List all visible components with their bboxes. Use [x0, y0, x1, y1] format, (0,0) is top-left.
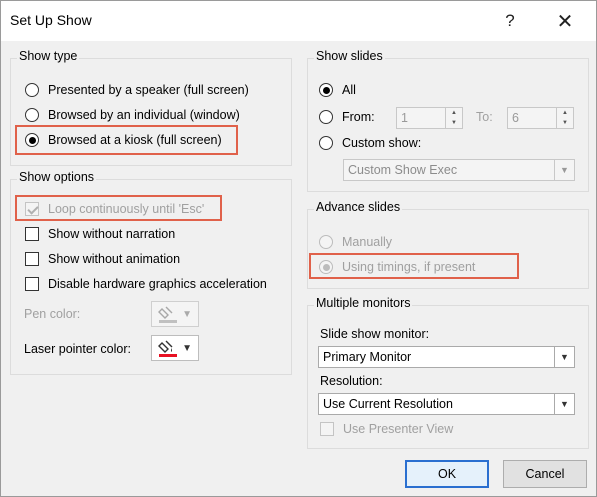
spin-up-icon[interactable]: ▲	[446, 108, 462, 118]
resolution-label: Resolution:	[320, 374, 383, 388]
resolution-row: Resolution:	[320, 374, 383, 388]
chevron-down-icon[interactable]: ▼	[554, 160, 574, 180]
spin-down-icon[interactable]: ▼	[557, 118, 573, 128]
spin-down-icon[interactable]: ▼	[446, 118, 462, 128]
radio-manually[interactable]: Manually	[319, 235, 392, 249]
custom-show-select[interactable]: Custom Show Exec ▼	[343, 159, 575, 181]
browsed-by-individual-label: Browsed by an individual (window)	[48, 108, 240, 122]
radio-browsed-by-individual[interactable]: Browsed by an individual (window)	[25, 108, 240, 122]
close-button[interactable]: ✕	[543, 1, 587, 41]
to-row: To:	[476, 110, 493, 124]
paint-bucket-icon	[158, 340, 177, 357]
dialog-title: Set Up Show	[10, 12, 92, 28]
show-slides-label: Show slides	[314, 49, 385, 63]
checkbox-box[interactable]	[25, 227, 39, 241]
slide-show-monitor-row: Slide show monitor:	[320, 327, 429, 341]
resolution-select[interactable]: Use Current Resolution ▼	[318, 393, 575, 415]
custom-show-label: Custom show:	[342, 136, 422, 150]
set-up-show-dialog: Set Up Show ? ✕ Show type Presented by a…	[0, 0, 597, 497]
spinner-arrows[interactable]: ▲ ▼	[556, 108, 573, 128]
radio-circle[interactable]	[319, 110, 333, 124]
radio-circle-selected[interactable]	[319, 83, 333, 97]
chevron-down-icon[interactable]: ▼	[554, 347, 574, 367]
spinner-arrows[interactable]: ▲ ▼	[445, 108, 462, 128]
show-options-label: Show options	[17, 170, 97, 184]
checkbox-box[interactable]	[320, 422, 334, 436]
paint-bucket-icon	[158, 306, 177, 323]
radio-circle[interactable]	[319, 235, 333, 249]
pen-color-row: Pen color:	[24, 307, 80, 321]
show-without-animation-label: Show without animation	[48, 252, 181, 266]
radio-circle[interactable]	[25, 83, 39, 97]
advance-slides-label: Advance slides	[314, 200, 403, 214]
resolution-value: Use Current Resolution	[323, 397, 453, 411]
checkbox-box[interactable]	[25, 277, 39, 291]
cancel-button[interactable]: Cancel	[503, 460, 587, 488]
show-type-label: Show type	[17, 49, 80, 63]
chevron-down-icon: ▼	[182, 343, 192, 354]
pen-color-label: Pen color:	[24, 307, 81, 321]
ok-button[interactable]: OK	[405, 460, 489, 488]
radio-presented-by-speaker[interactable]: Presented by a speaker (full screen)	[25, 83, 249, 97]
show-without-narration-checkbox[interactable]: Show without narration	[25, 227, 175, 241]
radio-circle[interactable]	[25, 108, 39, 122]
radio-circle[interactable]	[319, 136, 333, 150]
slide-show-monitor-select[interactable]: Primary Monitor ▼	[318, 346, 575, 368]
spin-up-icon[interactable]: ▲	[557, 108, 573, 118]
to-spinner[interactable]: 6 ▲ ▼	[507, 107, 574, 129]
laser-pointer-color-button[interactable]: ▼	[151, 335, 199, 361]
from-spinner[interactable]: 1 ▲ ▼	[396, 107, 463, 129]
slide-show-monitor-label: Slide show monitor:	[320, 327, 430, 341]
from-value: 1	[401, 111, 408, 125]
all-label: All	[342, 83, 356, 97]
disable-hardware-acceleration-label: Disable hardware graphics acceleration	[48, 277, 267, 291]
laser-pointer-color-label: Laser pointer color:	[24, 342, 132, 356]
to-label: To:	[476, 110, 493, 124]
disable-hardware-acceleration-checkbox[interactable]: Disable hardware graphics acceleration	[25, 277, 267, 291]
chevron-down-icon: ▼	[182, 309, 192, 320]
use-presenter-view-checkbox[interactable]: Use Presenter View	[320, 422, 453, 436]
radio-all-slides[interactable]: All	[319, 83, 356, 97]
checkbox-box[interactable]	[25, 252, 39, 266]
radio-custom-show[interactable]: Custom show:	[319, 136, 421, 150]
show-without-narration-label: Show without narration	[48, 227, 176, 241]
pen-color-button[interactable]: ▼	[151, 301, 199, 327]
manually-label: Manually	[342, 235, 393, 249]
monitor-value: Primary Monitor	[323, 350, 412, 364]
multiple-monitors-label: Multiple monitors	[314, 296, 413, 310]
custom-show-value: Custom Show Exec	[348, 163, 458, 177]
presented-by-speaker-label: Presented by a speaker (full screen)	[48, 83, 249, 97]
radio-from-slides[interactable]: From:	[319, 110, 375, 124]
highlight-loop	[15, 195, 222, 221]
to-value: 6	[512, 111, 519, 125]
show-without-animation-checkbox[interactable]: Show without animation	[25, 252, 180, 266]
highlight-using-timings	[309, 253, 519, 279]
from-label: From:	[342, 110, 375, 124]
chevron-down-icon[interactable]: ▼	[554, 394, 574, 414]
use-presenter-view-label: Use Presenter View	[343, 422, 454, 436]
title-bar: Set Up Show ? ✕	[1, 1, 596, 41]
laser-pointer-color-row: Laser pointer color:	[24, 342, 131, 356]
highlight-kiosk	[15, 125, 238, 155]
help-button[interactable]: ?	[488, 1, 532, 41]
